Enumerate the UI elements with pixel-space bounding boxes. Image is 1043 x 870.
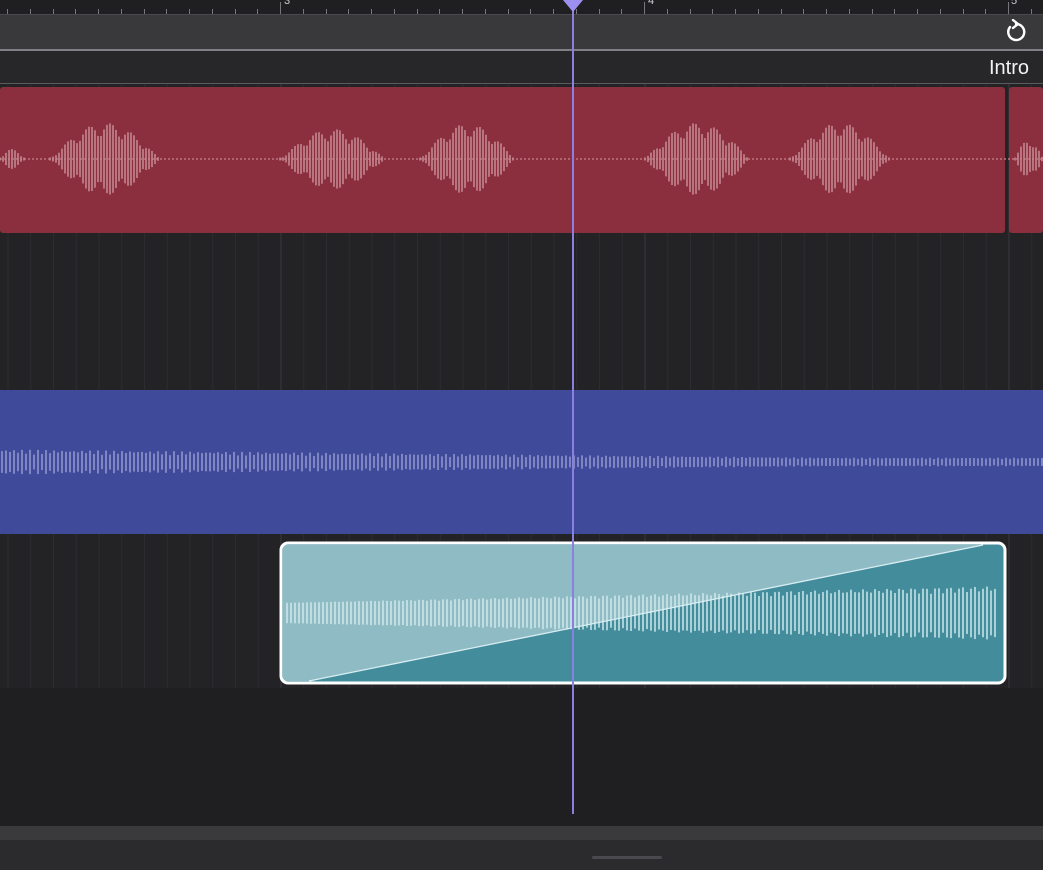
- bottom-bar: [0, 840, 1043, 870]
- bar-number-4: 4: [648, 0, 655, 7]
- bar-number-3: 3: [284, 0, 291, 7]
- marker-intro[interactable]: Intro: [989, 57, 1029, 80]
- timeline-ruler[interactable]: 3 4 5: [0, 0, 1043, 15]
- marker-track[interactable]: Intro: [0, 51, 1043, 84]
- horizontal-scrollbar[interactable]: [0, 826, 1043, 840]
- audio-region-red[interactable]: [0, 87, 1043, 233]
- loop-icon[interactable]: [1003, 19, 1029, 45]
- track-lane-5[interactable]: [0, 688, 1043, 826]
- audio-region-blue[interactable]: [0, 390, 1043, 534]
- cycle-area[interactable]: [0, 15, 1043, 51]
- bar-number-5: 5: [1011, 0, 1018, 7]
- playhead-handle[interactable]: [563, 0, 583, 12]
- playhead-line: [572, 0, 574, 814]
- resize-handle[interactable]: [592, 856, 662, 859]
- tracks-area[interactable]: [0, 84, 1043, 826]
- audio-region-teal-selected[interactable]: [279, 541, 1007, 685]
